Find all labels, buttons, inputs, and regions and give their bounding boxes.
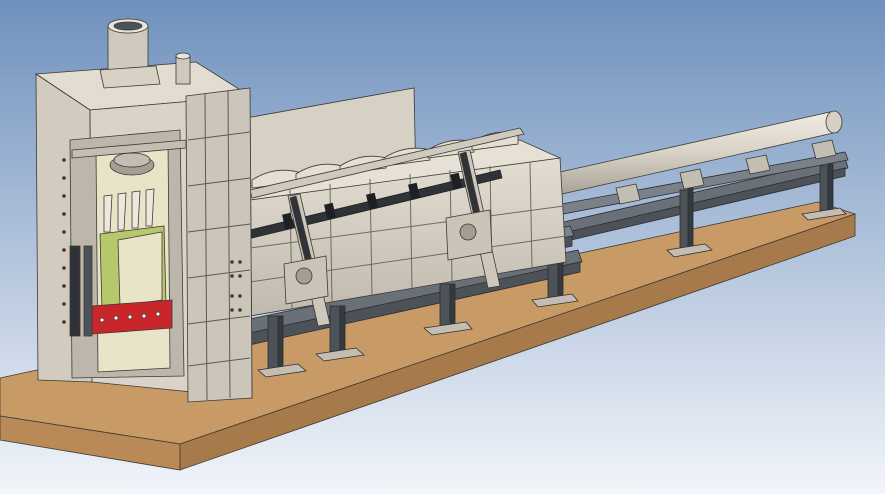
scene-canvas[interactable] xyxy=(0,0,885,494)
cad-3d-viewport[interactable] xyxy=(0,0,885,494)
shear-press-housing xyxy=(34,61,253,403)
small-vent-pipe xyxy=(175,52,191,85)
